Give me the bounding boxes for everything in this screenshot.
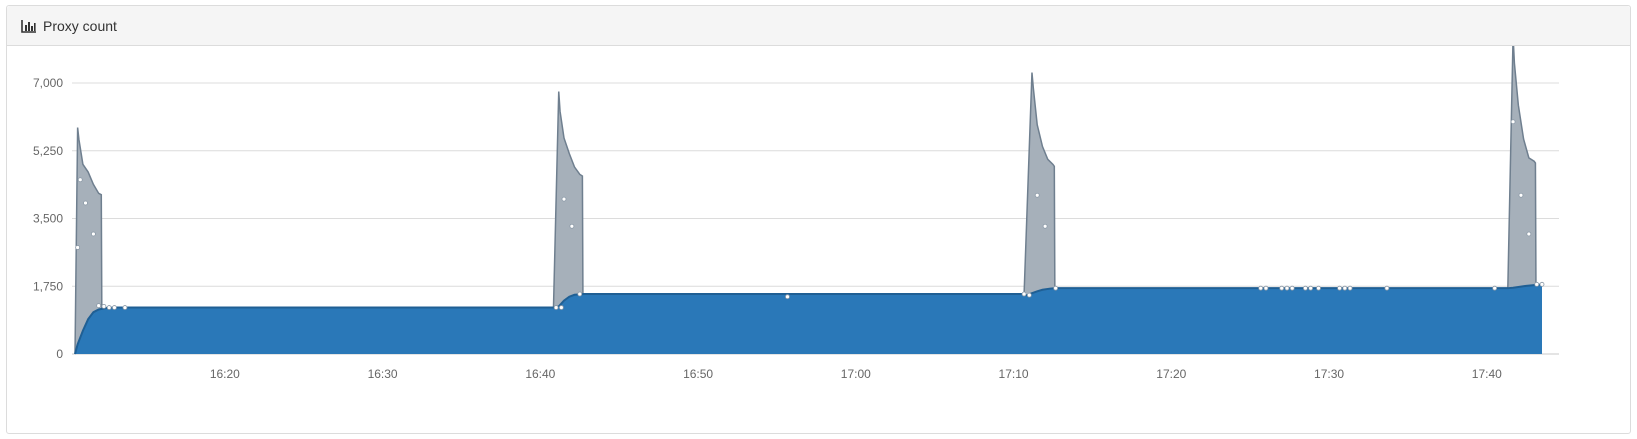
data-point (1539, 281, 1545, 287)
data-point (569, 223, 575, 229)
bar-chart-icon (21, 19, 37, 33)
x-tick-label: 17:10 (999, 367, 1029, 381)
data-point (1337, 285, 1342, 291)
data-point (1308, 285, 1314, 291)
data-point (1316, 285, 1321, 291)
data-point (1342, 285, 1348, 291)
data-point (75, 245, 81, 250)
panel-heading: Proxy count (7, 6, 1630, 46)
data-point (1042, 223, 1048, 229)
data-point (1279, 285, 1285, 291)
data-point (1034, 192, 1040, 198)
data-point (553, 305, 559, 310)
x-tick-label: 16:20 (210, 367, 240, 381)
data-point (1347, 285, 1353, 291)
x-tick-label: 17:30 (1314, 367, 1344, 381)
data-point (96, 303, 102, 309)
data-point (577, 291, 583, 297)
y-tick-label: 3,500 (33, 212, 63, 226)
data-point (1053, 285, 1059, 291)
data-point (1026, 292, 1032, 298)
x-tick-label: 17:40 (1472, 367, 1502, 381)
panel-title: Proxy count (43, 17, 117, 34)
y-tick-label: 5,250 (33, 144, 63, 158)
data-point (1510, 119, 1516, 125)
data-point (561, 196, 567, 202)
data-point (122, 305, 128, 310)
data-point (101, 303, 107, 309)
x-tick-label: 17:00 (841, 367, 871, 381)
data-point (83, 200, 88, 206)
data-point (1021, 291, 1027, 297)
data-point (1284, 285, 1290, 291)
data-point (1289, 285, 1295, 291)
x-tick-label: 16:30 (368, 367, 398, 381)
data-point (1258, 285, 1264, 291)
data-point (1492, 285, 1498, 291)
data-point (91, 231, 96, 237)
data-point (106, 305, 112, 310)
x-tick-label: 16:40 (525, 367, 555, 381)
proxy-count-panel: Proxy count 0 1,750 3,500 5,250 7,000 16:20 16… (6, 5, 1631, 434)
data-point (1526, 231, 1532, 237)
y-tick-label: 1,750 (33, 279, 63, 293)
data-point (1518, 192, 1524, 198)
data-point (77, 177, 83, 183)
chart-area: 0 1,750 3,500 5,250 7,000 16:20 16:30 16:40 16:5… (7, 36, 1630, 433)
proxy-count-chart: 0 1,750 3,500 5,250 7,000 16:20 16:30 16:40 16:5… (33, 36, 1559, 381)
data-point (1263, 285, 1269, 291)
x-tick-label: 16:50 (683, 367, 713, 381)
data-point (558, 305, 564, 310)
data-point (1384, 285, 1390, 291)
data-point (785, 294, 790, 300)
data-point (1302, 285, 1308, 291)
y-tick-label: 0 (56, 347, 63, 361)
x-tick-label: 17:20 (1156, 367, 1186, 381)
data-point (1534, 281, 1540, 287)
y-tick-label: 7,000 (33, 76, 63, 90)
data-point (112, 305, 117, 310)
